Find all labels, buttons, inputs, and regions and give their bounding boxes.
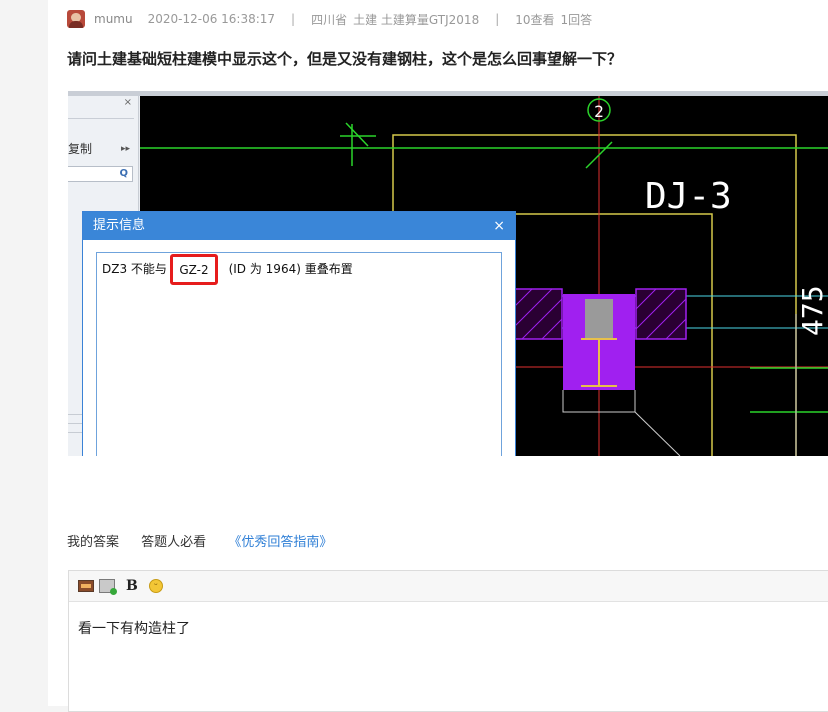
answer-count: 1回答 (560, 12, 593, 27)
close-icon: × (123, 97, 132, 108)
panel-search-input: Q (68, 166, 133, 182)
message-prefix: DZ3 不能与 (102, 262, 167, 276)
prompt-dialog: 提示信息 × DZ3 不能与 (ID 为 1964) 重叠布置 GZ-2 (82, 211, 516, 456)
panel-tab-row (68, 108, 134, 119)
meta-separator: | (495, 12, 500, 26)
search-icon: Q (119, 168, 128, 179)
category-tag[interactable]: 土建 土建算量GTJ2018 (353, 11, 479, 28)
view-count: 10查看 (515, 12, 555, 27)
upload-image-icon[interactable] (99, 579, 117, 595)
username[interactable]: mumu (94, 12, 133, 26)
post-datetime: 2020-12-06 16:38:17 (147, 12, 276, 26)
question-title: 请问土建基础短柱建模中显示这个，但是又没有建钢柱，这个是怎么回事望解一下？ (67, 50, 623, 68)
dialog-title: 提示信息 (93, 218, 146, 233)
question-meta: mumu 2020-12-06 16:38:17 | 四川省 土建 土建算量GT… (67, 10, 592, 28)
region-tag[interactable]: 四川省 (311, 11, 347, 28)
expand-arrow-icon: ▸▸ (120, 144, 130, 154)
tick-mark (345, 122, 369, 147)
axis-label: 2 (594, 102, 604, 121)
element-label: DJ-3 (645, 176, 732, 217)
copy-menu-item: 复制 ▸▸ (68, 140, 134, 158)
answer-tabs: 我的答案 答题人必看 《优秀回答指南》 (67, 531, 332, 550)
tab-must-read[interactable]: 答题人必看 (141, 535, 206, 550)
answer-guide-link[interactable]: 《优秀回答指南》 (228, 535, 332, 550)
question-screenshot[interactable]: × 复制 ▸▸ Q 2 DJ-3 475 提示信息 × DZ3 不能与 (ID … (68, 91, 828, 456)
emoji-icon[interactable]: ᵕ (149, 579, 163, 593)
message-suffix: (ID 为 1964) 重叠布置 (228, 262, 353, 276)
avatar[interactable] (67, 10, 85, 28)
hatched-beam-left (511, 288, 563, 340)
base-slope (634, 411, 681, 456)
meta-separator: | (291, 12, 296, 26)
bold-button[interactable]: B (126, 578, 138, 594)
answer-editor: B ᵕ 看一下有构造柱了 (68, 570, 828, 712)
highlight-box: GZ-2 (170, 254, 218, 285)
copy-label: 复制 (68, 142, 93, 156)
editor-content[interactable]: 看一下有构造柱了 (78, 618, 190, 638)
dimension-text: 475 (796, 285, 828, 336)
tab-my-answer[interactable]: 我的答案 (67, 535, 119, 550)
image-icon[interactable] (78, 580, 94, 592)
dialog-message-box: DZ3 不能与 (ID 为 1964) 重叠布置 GZ-2 (96, 252, 502, 456)
page: mumu 2020-12-06 16:38:17 | 四川省 土建 土建算量GT… (48, 0, 828, 712)
dialog-header: 提示信息 × (83, 212, 515, 240)
close-icon: × (493, 218, 505, 234)
hatched-beam-right (635, 288, 687, 340)
dialog-message: DZ3 不能与 (ID 为 1964) 重叠布置 GZ-2 (102, 254, 356, 285)
editor-toolbar: B ᵕ (69, 571, 828, 602)
column-core (585, 299, 613, 339)
